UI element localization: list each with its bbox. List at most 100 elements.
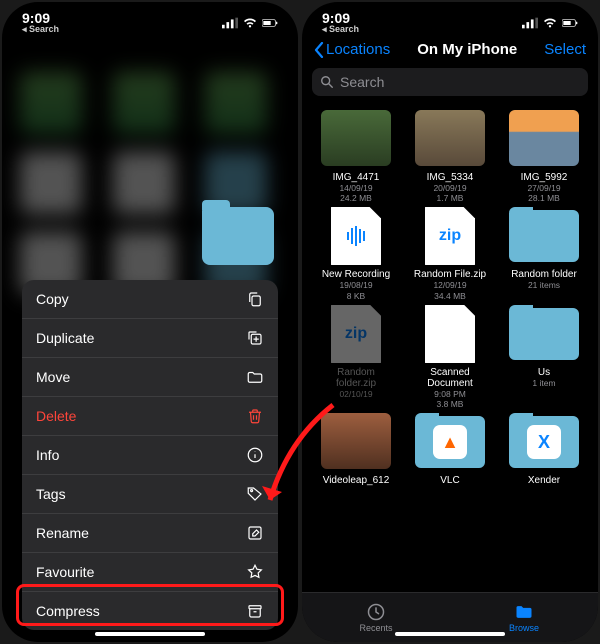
file-item[interactable]: Us1 item [500, 305, 588, 409]
file-size: 8 KB [347, 291, 365, 301]
menu-item-favourite[interactable]: Favourite [22, 553, 278, 592]
wifi-icon [542, 17, 558, 29]
menu-item-tags[interactable]: Tags [22, 475, 278, 514]
file-item[interactable]: X Xender [500, 413, 588, 486]
file-thumb [415, 305, 485, 363]
folder-icon [246, 368, 264, 386]
archive-icon [246, 602, 264, 620]
file-grid: IMG_447114/09/1924.2 MBIMG_533420/09/191… [302, 104, 598, 592]
file-meta: 21 items [528, 280, 560, 290]
file-item[interactable]: New Recording19/08/198 KB [312, 207, 400, 300]
select-button[interactable]: Select [544, 41, 586, 58]
menu-item-move[interactable]: Move [22, 358, 278, 397]
file-thumb [321, 110, 391, 168]
file-date: 27/09/19 [527, 183, 560, 193]
file-thumb [321, 207, 391, 265]
file-name: Videoleap_612 [323, 475, 390, 486]
file-date: 02/10/19 [339, 389, 372, 399]
context-menu: Copy Duplicate Move Delete Info Tags Rename Fav… [22, 280, 278, 630]
clock-icon [366, 602, 386, 622]
menu-item-label: Tags [36, 486, 66, 502]
star-icon [246, 563, 264, 581]
search-input[interactable]: Search [312, 68, 588, 96]
menu-item-label: Delete [36, 408, 76, 424]
menu-item-label: Rename [36, 525, 89, 541]
menu-item-label: Info [36, 447, 59, 463]
file-name: Random folder [511, 269, 577, 280]
status-back-search[interactable]: ◂ Search [322, 24, 359, 35]
back-button[interactable]: Locations [314, 41, 390, 58]
duplicate-icon [246, 329, 264, 347]
folder-icon [202, 207, 274, 265]
file-thumb [509, 207, 579, 265]
menu-item-label: Compress [36, 603, 100, 619]
file-item[interactable]: IMG_599227/09/1928.1 MB [500, 110, 588, 203]
file-thumb [415, 110, 485, 168]
file-thumb [509, 110, 579, 168]
menu-item-label: Move [36, 369, 70, 385]
file-date: 9:08 PM [434, 389, 466, 399]
file-date: 19/08/19 [339, 280, 372, 290]
menu-item-rename[interactable]: Rename [22, 514, 278, 553]
file-thumb [509, 305, 579, 363]
file-name: Random File.zip [414, 269, 486, 280]
edit-icon [246, 524, 264, 542]
home-indicator[interactable] [395, 632, 505, 636]
file-item[interactable]: zip Random folder.zip02/10/19 [312, 305, 400, 409]
menu-item-duplicate[interactable]: Duplicate [22, 319, 278, 358]
file-name: IMG_4471 [333, 172, 380, 183]
file-date: 14/09/19 [339, 183, 372, 193]
file-item[interactable]: Videoleap_612 [312, 413, 400, 486]
file-size: 34.4 MB [434, 291, 466, 301]
file-thumb: zip [415, 207, 485, 265]
file-size: 1.7 MB [437, 193, 464, 203]
menu-item-label: Duplicate [36, 330, 94, 346]
signal-icon [522, 17, 538, 29]
status-icons [522, 17, 578, 29]
file-name: IMG_5992 [521, 172, 568, 183]
file-item[interactable]: zipRandom File.zip12/09/1934.4 MB [406, 207, 494, 300]
file-name: Random folder.zip [316, 367, 396, 389]
file-date: 20/09/19 [433, 183, 466, 193]
tab-label: Recents [359, 623, 392, 633]
file-name: New Recording [322, 269, 390, 280]
phone-left: 9:09 ◂ Search CopyDuplicateMoveDeleteInf… [2, 2, 298, 642]
menu-item-label: Favourite [36, 564, 94, 580]
file-thumb [321, 413, 391, 471]
trash-icon [246, 407, 264, 425]
back-label: Locations [326, 41, 390, 58]
file-thumb: X [509, 413, 579, 471]
menu-item-info[interactable]: Info [22, 436, 278, 475]
file-thumb: ▲ [415, 413, 485, 471]
battery-icon [562, 17, 578, 29]
file-name: IMG_5334 [427, 172, 474, 183]
file-name: Us [538, 367, 550, 378]
file-item[interactable]: Random folder21 items [500, 207, 588, 300]
phone-right: 9:09 ◂ Search Locations On My iPhone Sel… [302, 2, 598, 642]
search-icon [320, 75, 334, 89]
tag-icon [246, 485, 264, 503]
search-placeholder: Search [340, 74, 384, 90]
file-size: 28.1 MB [528, 193, 560, 203]
chevron-left-icon [314, 42, 324, 58]
folder-icon [514, 602, 534, 622]
file-item[interactable]: IMG_533420/09/191.7 MB [406, 110, 494, 203]
nav-bar: Locations On My iPhone Select [302, 37, 598, 64]
menu-item-delete[interactable]: Delete [22, 397, 278, 436]
file-size: 24.2 MB [340, 193, 372, 203]
file-item[interactable]: Scanned Document9:08 PM3.8 MB [406, 305, 494, 409]
selected-folder[interactable] [202, 207, 274, 265]
file-name: VLC [440, 475, 459, 486]
home-indicator[interactable] [95, 632, 205, 636]
copy-icon [246, 290, 264, 308]
file-item[interactable]: ▲ VLC [406, 413, 494, 486]
menu-item-compress[interactable]: Compress [22, 592, 278, 630]
file-meta: 1 item [532, 378, 555, 388]
file-thumb: zip [321, 305, 391, 363]
file-item[interactable]: IMG_447114/09/1924.2 MB [312, 110, 400, 203]
status-bar: 9:09 ◂ Search [302, 2, 598, 37]
file-name: Scanned Document [410, 367, 490, 389]
info-icon [246, 446, 264, 464]
menu-item-copy[interactable]: Copy [22, 280, 278, 319]
file-name: Xender [528, 475, 560, 486]
